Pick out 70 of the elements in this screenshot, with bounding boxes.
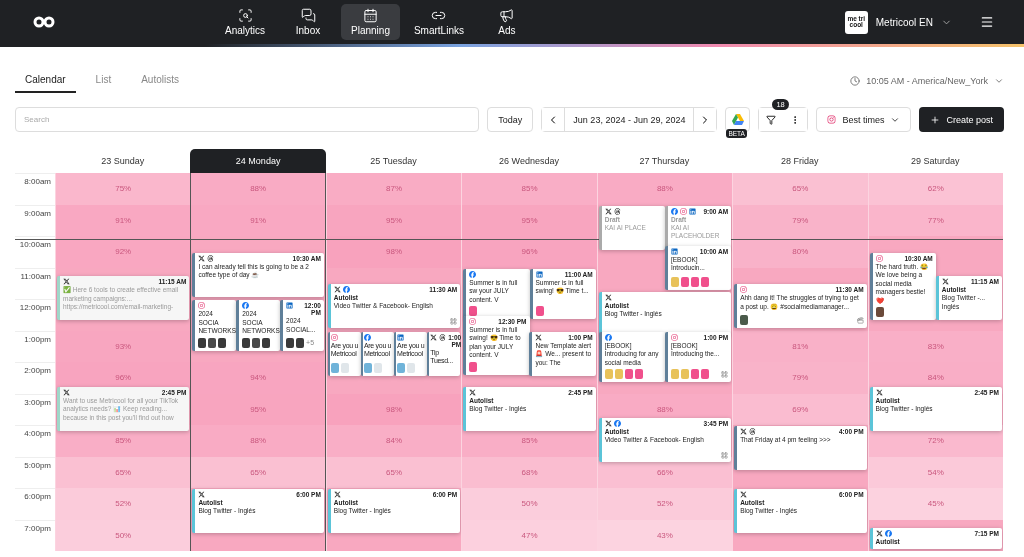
day-header[interactable]: 23 Sunday	[55, 149, 191, 173]
best-time-cell: 50%	[462, 488, 597, 520]
day-header[interactable]: 26 Wednesday	[461, 149, 597, 173]
best-time-cell: 88%	[191, 173, 325, 205]
best-time-cell: 65%	[733, 173, 868, 205]
best-time-cell: 69%	[733, 393, 868, 425]
drive-icon	[731, 114, 744, 125]
view-tab[interactable]: List	[85, 69, 122, 93]
nav-tab-label: Ads	[498, 25, 516, 36]
megaphone-icon	[499, 8, 515, 23]
filter-icon	[766, 114, 777, 125]
best-time-cell: 87%	[326, 173, 462, 205]
nav-tab[interactable]: SmartLinks	[403, 4, 474, 40]
nav-tab-label: Inbox	[295, 25, 321, 36]
best-time-cell: 85%	[462, 173, 597, 205]
best-time-cell: 88%	[191, 425, 325, 457]
best-time-cell: 98%	[326, 393, 462, 425]
best-time-cell: 52%	[597, 488, 733, 520]
best-time-cell: 88%	[597, 173, 733, 205]
best-time-cell: 65%	[56, 456, 191, 488]
chevron-down-icon[interactable]	[994, 76, 1004, 86]
drive-button[interactable]	[725, 107, 751, 132]
best-time-cell: 77%	[868, 204, 1003, 236]
best-time-cell: 83%	[868, 330, 1003, 362]
view-tab[interactable]: Autolists	[131, 69, 189, 93]
best-time-cell: 47%	[462, 519, 597, 551]
best-time-cell: 65%	[191, 456, 325, 488]
best-time-cell: 54%	[868, 456, 1003, 488]
best-time-cell: 80%	[733, 236, 868, 268]
view-tab[interactable]: Calendar	[15, 69, 76, 93]
day-header[interactable]: 29 Saturday	[867, 149, 1003, 173]
nav-tab[interactable]: Planning	[341, 4, 400, 40]
best-time-cell: 84%	[326, 425, 462, 457]
logo-icon[interactable]	[33, 16, 55, 28]
day-header[interactable]: 28 Friday	[732, 149, 868, 173]
best-time-cell: 98%	[326, 236, 462, 268]
today-button[interactable]: Today	[487, 107, 534, 132]
day-header[interactable]: 24 Monday	[190, 149, 326, 173]
plus-icon	[930, 114, 941, 125]
calendar-icon	[362, 8, 378, 23]
account-name[interactable]: Metricool EN	[875, 16, 933, 28]
day-header[interactable]: 27 Thursday	[596, 149, 733, 173]
best-time-cell: 68%	[462, 456, 597, 488]
create-post-button[interactable]: Create post	[919, 107, 1004, 132]
best-time-cell: 96%	[462, 236, 597, 268]
analytics-icon	[237, 8, 253, 23]
best-time-cell: 52%	[56, 488, 191, 520]
best-time-cell: 75%	[56, 173, 191, 205]
search-field[interactable]: Search	[15, 107, 480, 132]
best-time-cell: 62%	[868, 173, 1003, 205]
instagram-logo-icon	[827, 115, 837, 124]
day-header[interactable]: 25 Tuesday	[325, 149, 462, 173]
best-time-cell: 79%	[733, 362, 868, 394]
best-time-cell: 50%	[56, 519, 191, 551]
best-time-cell: 81%	[733, 330, 868, 362]
best-time-cell: 43%	[597, 519, 733, 551]
nav-tab-label: Analytics	[225, 25, 265, 36]
clock-icon	[850, 76, 861, 86]
best-time-cell: 45%	[868, 488, 1003, 520]
nav-tab-label: SmartLinks	[413, 25, 464, 36]
nav-tab[interactable]: Ads	[477, 4, 536, 40]
nav-tab[interactable]: Analytics	[215, 4, 275, 40]
best-time-cell: 65%	[326, 456, 462, 488]
best-times-dropdown[interactable]: Best times	[816, 107, 912, 132]
nav-tab[interactable]: Inbox	[279, 4, 337, 40]
best-time-cell: 79%	[733, 204, 868, 236]
nav-tab-label: Planning	[351, 25, 390, 36]
timezone-text[interactable]: 10:05 AM - America/New_York	[866, 76, 988, 86]
menu-icon[interactable]	[980, 15, 994, 29]
chat-bubbles-icon	[300, 8, 316, 23]
